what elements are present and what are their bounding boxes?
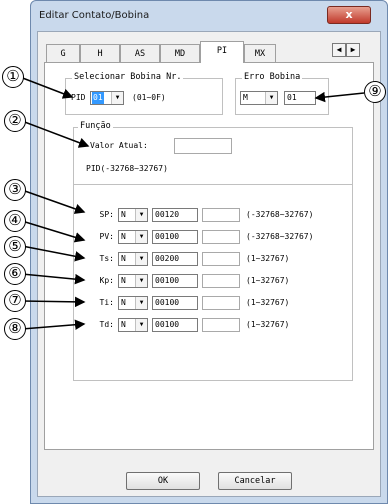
error-number-input[interactable]: 01 (284, 91, 316, 105)
group-funcao: Função Valor Atual: PID(-32768~32767) SP… (73, 121, 353, 381)
param-range-label: (1~32767) (246, 320, 290, 329)
tab-mx[interactable]: MX (244, 44, 276, 62)
pid-range-label: PID(-32768~32767) (86, 164, 168, 173)
dialog-window: Editar Contato/Bobina x G H AS MD PI MX … (30, 0, 388, 504)
coil-number-select[interactable]: 01 ▼ (90, 91, 124, 105)
chevron-down-icon: ▼ (135, 253, 147, 265)
chevron-down-icon: ▼ (111, 92, 123, 104)
funcao-divider (74, 184, 352, 185)
coil-range-label: (01~0F) (132, 93, 166, 102)
param-type-value: N (121, 254, 126, 263)
param-label: Ti: (99, 298, 114, 307)
ok-button[interactable]: OK (126, 472, 200, 490)
param-label: SP: (99, 210, 114, 219)
param-type-select[interactable]: N ▼ (118, 252, 148, 266)
chevron-down-icon: ▼ (135, 275, 147, 287)
param-type-value: N (121, 276, 126, 285)
title-bar[interactable]: Editar Contato/Bobina x (31, 1, 387, 31)
callout-3: ③ (4, 179, 26, 201)
param-label: Td: (99, 320, 114, 329)
param-value-input[interactable]: 00200 (152, 252, 198, 266)
chevron-down-icon: ▼ (135, 209, 147, 221)
param-current-field (202, 230, 240, 244)
cancel-button[interactable]: Cancelar (218, 472, 292, 490)
param-range-label: (-32768~32767) (246, 210, 314, 219)
param-range-label: (1~32767) (246, 298, 290, 307)
tab-scroll-left-icon[interactable]: ◀ (332, 43, 346, 57)
valor-atual-label: Valor Atual: (90, 141, 148, 150)
param-row-sp: SP: N ▼ 00120 (-32768~32767) (74, 208, 352, 222)
param-row-kp: Kp: N ▼ 00100 (1~32767) (74, 274, 352, 288)
param-row-ti: Ti: N ▼ 00100 (1~32767) (74, 296, 352, 310)
erro-legend: Erro Bobina (242, 72, 303, 82)
param-type-select[interactable]: N ▼ (118, 208, 148, 222)
param-type-value: N (121, 298, 126, 307)
param-row-pv: PV: N ▼ 00100 (-32768~32767) (74, 230, 352, 244)
callout-9: ⑨ (364, 81, 386, 103)
param-label: PV: (99, 232, 114, 241)
tab-as[interactable]: AS (120, 44, 160, 62)
param-current-field (202, 252, 240, 266)
param-type-value: N (121, 320, 126, 329)
tab-g[interactable]: G (46, 44, 80, 62)
param-current-field (202, 274, 240, 288)
group-erro-bobina: Erro Bobina M ▼ 01 (235, 72, 329, 115)
window-title: Editar Contato/Bobina (39, 10, 150, 21)
callout-4: ④ (4, 210, 26, 232)
callout-8: ⑧ (4, 318, 26, 340)
chevron-down-icon: ▼ (265, 92, 277, 104)
param-type-select[interactable]: N ▼ (118, 296, 148, 310)
param-type-select[interactable]: N ▼ (118, 274, 148, 288)
param-label: Ts: (99, 254, 114, 263)
param-current-field (202, 208, 240, 222)
selecionar-legend: Selecionar Bobina Nr. (72, 72, 184, 82)
param-current-field (202, 318, 240, 332)
param-label: Kp: (99, 276, 114, 285)
param-value-input[interactable]: 00120 (152, 208, 198, 222)
pid-prefix-label: PID (71, 93, 86, 102)
error-type-value: M (243, 93, 248, 102)
group-selecionar-bobina: Selecionar Bobina Nr. PID 01 ▼ (01~0F) (65, 72, 223, 115)
param-current-field (202, 296, 240, 310)
chevron-down-icon: ▼ (135, 319, 147, 331)
callout-7: ⑦ (4, 290, 26, 312)
param-type-select[interactable]: N ▼ (118, 230, 148, 244)
param-value-input[interactable]: 00100 (152, 274, 198, 288)
callout-2: ② (4, 110, 26, 132)
valor-atual-field (174, 138, 232, 154)
coil-number-value: 01 (92, 92, 104, 104)
param-range-label: (1~32767) (246, 276, 290, 285)
chevron-down-icon: ▼ (135, 231, 147, 243)
param-range-label: (1~32767) (246, 254, 290, 263)
tab-panel-pi: Selecionar Bobina Nr. PID 01 ▼ (01~0F) E… (44, 62, 374, 450)
param-range-label: (-32768~32767) (246, 232, 314, 241)
funcao-legend: Função (78, 121, 113, 131)
dialog-client: G H AS MD PI MX ◀ ▶ Selecionar Bobina Nr… (37, 31, 381, 497)
callout-5: ⑤ (4, 236, 26, 258)
param-row-ts: Ts: N ▼ 00200 (1~32767) (74, 252, 352, 266)
callout-6: ⑥ (4, 263, 26, 285)
param-type-value: N (121, 210, 126, 219)
param-value-input[interactable]: 00100 (152, 296, 198, 310)
param-value-input[interactable]: 00100 (152, 318, 198, 332)
param-value-input[interactable]: 00100 (152, 230, 198, 244)
error-type-select[interactable]: M ▼ (240, 91, 278, 105)
tab-pi[interactable]: PI (200, 41, 244, 63)
tab-h[interactable]: H (80, 44, 120, 62)
tab-md[interactable]: MD (160, 44, 200, 62)
param-type-value: N (121, 232, 126, 241)
chevron-down-icon: ▼ (135, 297, 147, 309)
param-type-select[interactable]: N ▼ (118, 318, 148, 332)
callout-1: ① (2, 66, 24, 88)
close-button[interactable]: x (327, 6, 371, 24)
tab-scroll-right-icon[interactable]: ▶ (346, 43, 360, 57)
param-row-td: Td: N ▼ 00100 (1~32767) (74, 318, 352, 332)
